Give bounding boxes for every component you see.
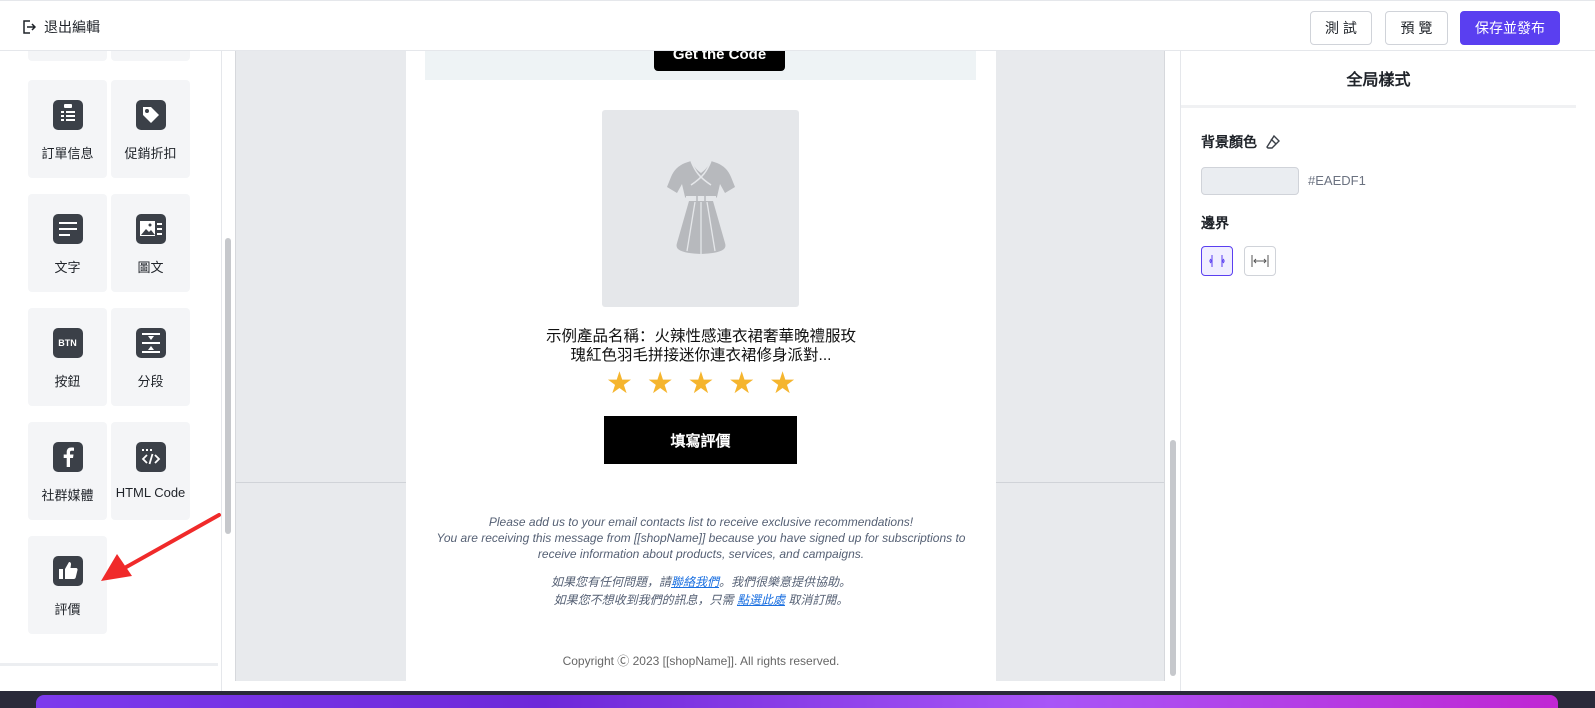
border-inner-button[interactable] — [1201, 246, 1233, 276]
bg-color-section: 背景顏色 — [1201, 132, 1281, 152]
code-banner: Get the Code — [425, 51, 976, 80]
tile-label: 訂單信息 — [41, 146, 94, 161]
exit-icon — [23, 20, 36, 34]
panel-title: 全局樣式 — [1181, 51, 1576, 108]
component-tile-partial-2[interactable] — [111, 51, 190, 61]
button-icon-text: BTN — [58, 338, 77, 348]
tile-label: HTML Code — [115, 485, 186, 500]
copyright: Copyright Ⓒ 2023 [[shopName]]. All right… — [562, 654, 840, 668]
tile-label: 按鈕 — [54, 374, 81, 389]
email-preview: Get the Code 示例產品名稱：火辣性感連衣裙奢華晚禮服玫 瑰紅色羽毛拼… — [406, 51, 996, 681]
star-icon: ★ — [646, 367, 674, 400]
code-icon — [135, 442, 166, 472]
product-name-line-1: 示例產品名稱：火辣性感連衣裙奢華晚禮服玫 — [545, 328, 856, 345]
exit-edit-button[interactable]: 退出編輯 — [22, 17, 100, 37]
component-tile-image-text[interactable]: 圖文 — [111, 194, 190, 292]
border-inner-icon — [1209, 255, 1225, 267]
dock-glow — [36, 695, 1558, 708]
divider-icon — [135, 328, 166, 358]
help-prefix: 如果您有任何問題，請 — [550, 575, 671, 589]
get-code-button[interactable]: Get the Code — [654, 51, 785, 71]
global-style-panel: 全局樣式 背景顏色 #EAEDF1 邊界 — [1180, 51, 1595, 691]
component-tile-divider[interactable]: 分段 — [111, 308, 190, 406]
component-tile-partial-1[interactable] — [28, 51, 107, 61]
tile-label: 圖文 — [137, 260, 164, 275]
product-image — [602, 110, 799, 307]
footer-line-2: You are receiving this message from [[sh… — [436, 531, 966, 561]
unsubscribe-line: 如果您不想收到我們的訊息，只需 點選此處 取消訂閱。 — [426, 591, 976, 609]
exit-edit-label: 退出編輯 — [44, 19, 100, 35]
product-name: 示例產品名稱：火辣性感連衣裙奢華晚禮服玫 瑰紅色羽毛拼接迷你連衣裙修身派對... — [516, 327, 886, 365]
email-footer-notice: Please add us to your email contacts lis… — [426, 514, 976, 562]
write-review-button[interactable]: 填寫評價 — [604, 416, 797, 464]
star-icon: ★ — [606, 367, 633, 400]
thumbs-up-icon — [52, 556, 83, 586]
eraser-icon[interactable] — [1265, 134, 1281, 150]
star-icon: ★ — [687, 367, 715, 400]
star-icon: ★ — [728, 367, 756, 400]
unsubscribe-link[interactable]: 點選此處 — [737, 593, 785, 607]
bottom-dock — [0, 691, 1595, 708]
help-suffix: 。我們很樂意提供協助。 — [719, 575, 852, 589]
preview-button[interactable]: 預 覽 — [1385, 11, 1448, 45]
save-publish-button[interactable]: 保存並發布 — [1460, 11, 1560, 45]
component-tile-order-info[interactable]: 訂單信息 — [28, 80, 107, 178]
email-canvas: Get the Code 示例產品名稱：火辣性感連衣裙奢華晚禮服玫 瑰紅色羽毛拼… — [235, 51, 1165, 681]
left-panel-scrollbar[interactable] — [225, 238, 231, 534]
text-icon — [52, 214, 83, 244]
canvas-scrollbar[interactable] — [1170, 440, 1176, 676]
component-panel: 訂單信息 促銷折扣 文字 圖文 BTN 按鈕 分段 社群媒體 HTML Code… — [0, 51, 222, 691]
tile-label: 分段 — [137, 374, 164, 389]
tile-label: 評價 — [54, 602, 81, 617]
component-tile-promotion[interactable]: 促銷折扣 — [111, 80, 190, 178]
rating-stars: ★ ★ ★ ★ ★ — [606, 369, 796, 399]
bg-color-swatch[interactable] — [1201, 167, 1299, 195]
border-outer-button[interactable] — [1244, 246, 1276, 276]
top-bar: 退出編輯 測 試 預 覽 保存並發布 — [0, 0, 1595, 51]
bg-color-hex: #EAEDF1 — [1308, 173, 1366, 188]
clipboard-list-icon — [52, 100, 83, 130]
component-tile-button[interactable]: BTN 按鈕 — [28, 308, 107, 406]
component-tile-social-media[interactable]: 社群媒體 — [28, 422, 107, 520]
tag-icon — [135, 100, 166, 130]
test-button[interactable]: 測 試 — [1310, 11, 1372, 45]
component-tile-html-code[interactable]: HTML Code — [111, 422, 190, 520]
product-name-line-2: 瑰紅色羽毛拼接迷你連衣裙修身派對... — [570, 347, 832, 364]
bg-color-label: 背景顏色 — [1201, 134, 1257, 150]
image-text-icon — [135, 214, 166, 244]
border-outer-icon — [1251, 255, 1269, 267]
unsub-prefix: 如果您不想收到我們的訊息，只需 — [553, 593, 737, 607]
footer-line-1: Please add us to your email contacts lis… — [488, 515, 914, 529]
component-tile-text[interactable]: 文字 — [28, 194, 107, 292]
email-footer-help: 如果您有任何問題，請聯絡我們。我們很樂意提供協助。 如果您不想收到我們的訊息，只… — [426, 573, 976, 609]
tile-label: 文字 — [54, 260, 81, 275]
star-icon: ★ — [769, 367, 796, 400]
facebook-icon — [52, 442, 83, 472]
unsub-suffix: 取消訂閱。 — [785, 593, 849, 607]
contact-us-link[interactable]: 聯絡我們 — [671, 575, 719, 589]
panel-divider — [0, 663, 218, 666]
dress-icon — [666, 160, 735, 254]
annotation-arrow-icon — [101, 513, 221, 581]
border-label: 邊界 — [1201, 215, 1229, 231]
button-icon: BTN — [52, 328, 83, 358]
tile-label: 促銷折扣 — [124, 146, 177, 161]
help-line: 如果您有任何問題，請聯絡我們。我們很樂意提供協助。 — [426, 573, 976, 591]
tile-label: 社群媒體 — [41, 488, 94, 503]
